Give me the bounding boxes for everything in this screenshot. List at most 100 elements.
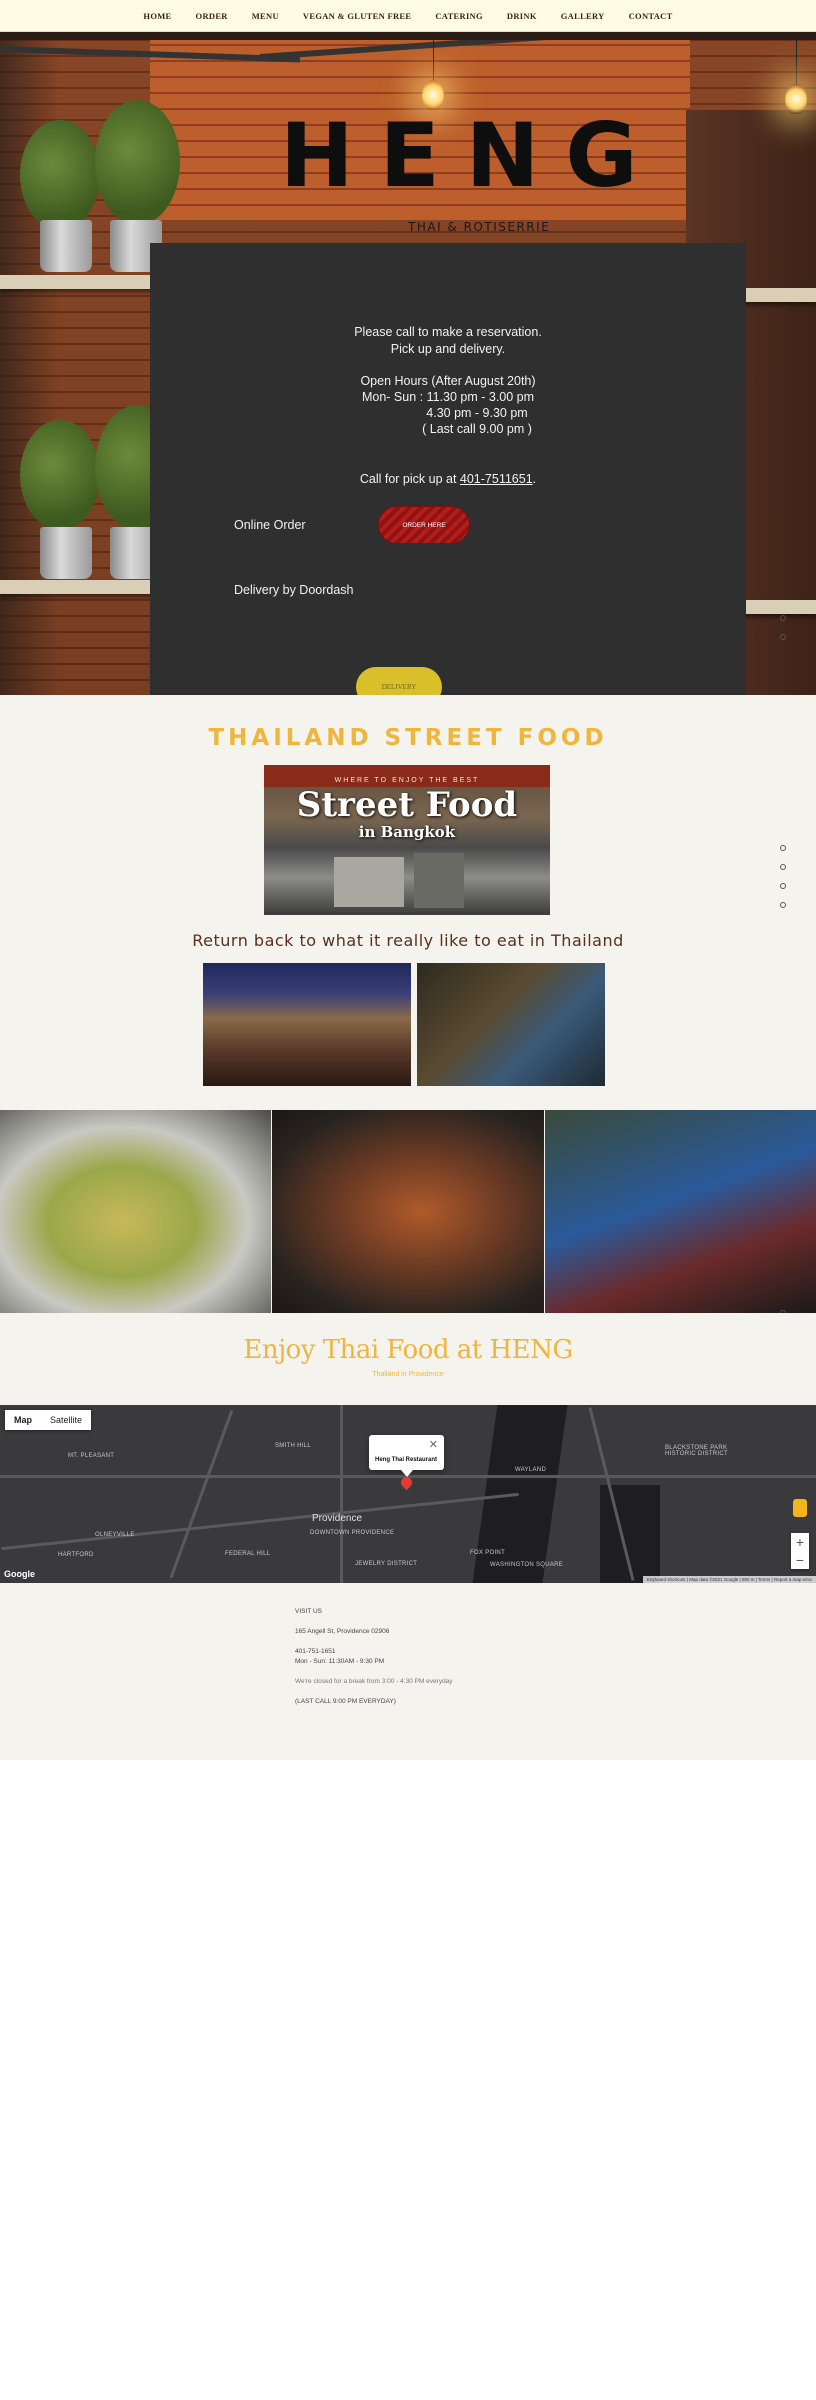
call-prefix: Call for pick up at: [359, 472, 460, 486]
map-road: [1, 1492, 519, 1551]
delivery-button[interactable]: DELIVERY: [356, 667, 442, 695]
map-label: BLACKSTONE PARK HISTORIC DISTRICT: [665, 1445, 728, 1457]
map-label: WASHINGTON SQUARE: [490, 1562, 564, 1568]
nav-contact[interactable]: CONTACT: [617, 11, 685, 21]
return-heading: Return back to what it really like to ea…: [192, 931, 624, 950]
call-line: Call for pick up at 401-7511651.: [150, 471, 746, 488]
address-section: VISIT US 165 Angell St, Providence 02906…: [0, 1583, 816, 1760]
map-tab-map[interactable]: Map: [5, 1410, 41, 1430]
river-shape: [472, 1405, 568, 1583]
phone-link[interactable]: 401-7511651: [460, 472, 533, 486]
map-label: MT. PLEASANT: [68, 1453, 115, 1459]
lamp-wire: [796, 40, 797, 85]
last-call-notice: (LAST CALL 9:00 PM EVERYDAY): [295, 1698, 396, 1705]
section-dots: [780, 845, 786, 921]
hours-line-1: Mon- Sun : 11.30 pm - 3.00 pm: [361, 390, 535, 404]
enjoy-subtitle: Thailand in Providence: [372, 1371, 444, 1378]
enjoy-title: Enjoy Thai Food at HENG: [243, 1335, 573, 1365]
image-caption-title: Street Food: [296, 785, 518, 825]
nav-catering[interactable]: CATERING: [423, 11, 495, 21]
wall-shelf: [740, 288, 816, 302]
map-label: JEWELRY DISTRICT: [355, 1561, 418, 1567]
night-market-image: [203, 963, 411, 1086]
slide-dot[interactable]: [780, 615, 786, 621]
map-tab-satellite[interactable]: Satellite: [41, 1410, 91, 1430]
visit-heading: VISIT US: [295, 1608, 322, 1615]
dumplings-image: [0, 1110, 271, 1313]
street-vendor-image: [417, 963, 605, 1086]
nav-dot[interactable]: [780, 902, 786, 908]
zoom-out-icon[interactable]: −: [791, 1551, 809, 1569]
pickup-text: Pick up and delivery.: [390, 342, 506, 356]
reservation-text: Please call to make a reservation.: [354, 325, 542, 339]
map-label: WAYLAND: [515, 1467, 547, 1473]
potted-plant-image: [20, 420, 100, 530]
map-type-control: Map Satellite: [5, 1410, 92, 1430]
potted-plant-image: [20, 120, 100, 230]
delivery-label: Delivery by Doordash: [234, 583, 354, 597]
phone-number: 401-751-1651: [295, 1648, 336, 1655]
nav-dot[interactable]: [780, 883, 786, 889]
google-logo: Google: [4, 1569, 35, 1579]
call-suffix: .: [532, 472, 537, 486]
nav-dot[interactable]: [780, 864, 786, 870]
section-title: THAILAND STREET FOOD: [208, 725, 608, 751]
zoom-in-icon[interactable]: +: [791, 1533, 809, 1551]
nav-divider: [0, 32, 816, 40]
street-dining-image: [545, 1110, 816, 1313]
lamp-wire: [433, 40, 434, 80]
enjoy-section: Enjoy Thai Food at HENG Thailand in Prov…: [0, 1313, 816, 1405]
slide-dot[interactable]: [780, 634, 786, 640]
street-food-section: THAILAND STREET FOOD WHERE TO ENJOY THE …: [0, 695, 816, 1110]
map-road: [169, 1409, 234, 1579]
hours-line-2: 4.30 pm - 9.30 pm: [426, 406, 528, 420]
street-address: 165 Angell St, Providence 02906: [295, 1628, 390, 1635]
nav-drink[interactable]: DRINK: [495, 11, 549, 21]
heng-logo: HENG: [280, 104, 664, 207]
zoom-control: + −: [791, 1533, 809, 1569]
logo-subtitle: THAI & ROTISERRIE: [408, 220, 551, 234]
map-label: HARTFORD: [58, 1552, 94, 1558]
light-bulb-icon: [785, 84, 807, 114]
map-city-label: Providence: [312, 1513, 363, 1524]
break-notice: We're closed for a break from 3:00 - 4:3…: [295, 1678, 453, 1685]
google-map[interactable]: Map Satellite BLACKSTONE PARK HISTORIC D…: [0, 1405, 816, 1583]
nav-menu[interactable]: MENU: [240, 11, 291, 21]
info-panel: Please call to make a reservation. Pick …: [150, 243, 746, 695]
close-icon[interactable]: ✕: [429, 1438, 438, 1451]
map-label: SMITH HILL: [275, 1443, 312, 1449]
grilled-skewers-image: [272, 1110, 544, 1313]
metal-pot-image: [40, 220, 92, 272]
marker-name: Heng Thai Restaurant: [375, 1457, 438, 1463]
nav-dot[interactable]: [780, 845, 786, 851]
map-info-window: ✕ Heng Thai Restaurant: [369, 1435, 444, 1477]
map-label: OLNEYVILLE: [95, 1532, 135, 1538]
photo-strip: [0, 1110, 816, 1316]
hours-line-3: ( Last call 9.00 pm ): [422, 422, 532, 436]
opening-hours: Mon - Sun: 11:30AM - 9:30 PM: [295, 1658, 385, 1665]
nav-order[interactable]: ORDER: [184, 11, 240, 21]
map-label: DOWNTOWN PROVIDENCE: [310, 1530, 395, 1536]
page-bottom-blank: [0, 1760, 816, 2400]
food-cart-image: [414, 853, 464, 908]
map-label: FEDERAL HILL: [225, 1551, 271, 1557]
order-here-button[interactable]: ORDER HERE: [378, 506, 470, 544]
online-order-label: Online Order: [234, 518, 306, 532]
hero-section: HENG THAI & ROTISERRIE Please call to ma…: [0, 40, 816, 695]
image-caption-small: WHERE TO ENJOY THE BEST: [334, 777, 480, 784]
map-label: FOX POINT: [470, 1550, 506, 1556]
nav-home[interactable]: HOME: [131, 11, 183, 21]
pegman-icon[interactable]: [793, 1499, 807, 1517]
potted-plant-image: [95, 100, 180, 225]
page: HOME ORDER MENU VEGAN & GLUTEN FREE CATE…: [0, 0, 816, 2400]
wall-shelf: [740, 600, 816, 614]
hours-title: Open Hours (After August 20th): [360, 374, 536, 388]
image-caption-subtitle: in Bangkok: [358, 823, 456, 841]
address-block: VISIT US 165 Angell St, Providence 02906…: [295, 1607, 595, 1717]
nav-vegan-gluten-free[interactable]: VEGAN & GLUTEN FREE: [291, 11, 423, 21]
nav-gallery[interactable]: GALLERY: [549, 11, 617, 21]
map-attribution[interactable]: Keyboard shortcuts | Map data ©2021 Goog…: [642, 1576, 816, 1583]
street-food-image: WHERE TO ENJOY THE BEST Street Food in B…: [264, 765, 550, 915]
hero-slide-dots: [780, 615, 786, 653]
top-nav: HOME ORDER MENU VEGAN & GLUTEN FREE CATE…: [0, 0, 816, 32]
